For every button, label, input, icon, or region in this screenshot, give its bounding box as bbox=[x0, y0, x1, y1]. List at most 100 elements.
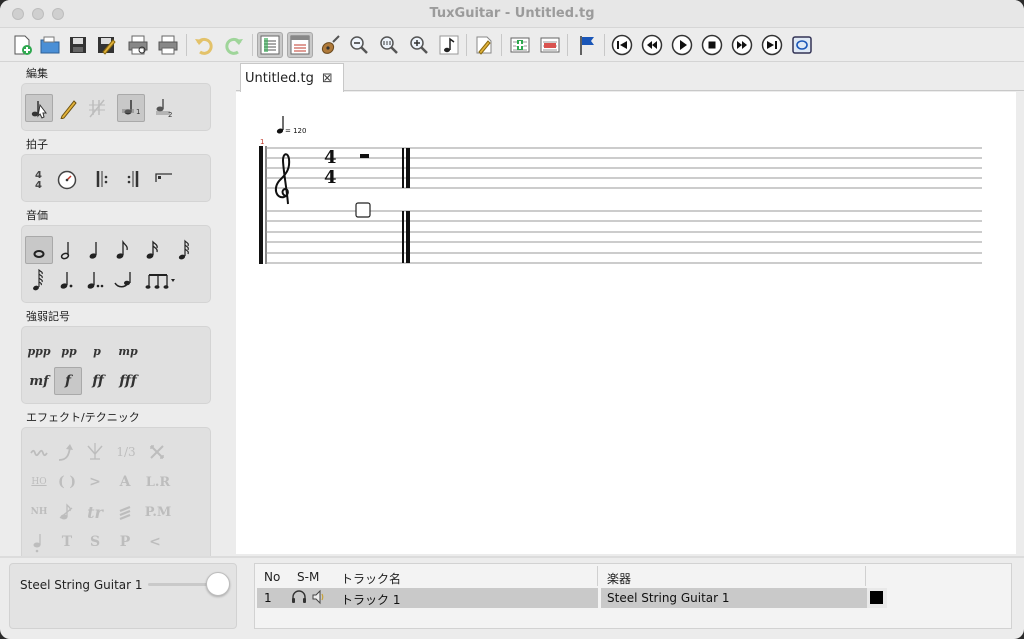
beat-tools-box: 44 bbox=[21, 154, 211, 202]
headphones-icon[interactable] bbox=[291, 589, 307, 605]
tie-note-button[interactable] bbox=[109, 266, 137, 294]
voice-1-button[interactable]: 1 bbox=[117, 94, 145, 122]
toolbar-separator bbox=[501, 34, 502, 56]
print-button[interactable] bbox=[155, 32, 181, 58]
accent-effect-button[interactable]: > bbox=[81, 468, 109, 496]
open-file-button[interactable] bbox=[37, 32, 63, 58]
tuplet-dropdown-button[interactable] bbox=[143, 266, 179, 294]
loop-button[interactable] bbox=[789, 32, 815, 58]
track-color-swatch[interactable] bbox=[870, 591, 883, 604]
pencil-tool-button[interactable] bbox=[55, 94, 83, 122]
tempo-button[interactable] bbox=[53, 165, 81, 193]
time-signature-button[interactable]: 44 bbox=[25, 165, 53, 193]
column-header-track-name[interactable]: トラック名 bbox=[341, 570, 401, 587]
grace-note-effect-button[interactable] bbox=[53, 498, 81, 526]
rewind-button[interactable] bbox=[639, 32, 665, 58]
volume-slider-knob[interactable] bbox=[206, 572, 230, 596]
staccato-note-icon bbox=[33, 534, 41, 553]
save-button[interactable] bbox=[65, 32, 91, 58]
sixty-fourth-note-button[interactable] bbox=[25, 266, 53, 294]
hammer-on-effect-button[interactable]: HO bbox=[25, 468, 53, 496]
repeat-close-button[interactable] bbox=[119, 165, 147, 193]
remove-measure-button[interactable] bbox=[537, 32, 563, 58]
staccato-effect-button[interactable] bbox=[25, 528, 53, 556]
note-properties-button[interactable] bbox=[436, 32, 462, 58]
fast-forward-button[interactable] bbox=[729, 32, 755, 58]
add-measure-button[interactable] bbox=[507, 32, 533, 58]
dotted-note-button[interactable] bbox=[53, 266, 81, 294]
natural-harmonic-effect-button[interactable]: NH bbox=[25, 498, 53, 526]
column-header-no[interactable]: No bbox=[264, 570, 280, 584]
zoom-in-button[interactable] bbox=[406, 32, 432, 58]
dynamic-f-button[interactable]: f bbox=[54, 367, 82, 395]
score-editor[interactable]: = 120 1 4 4 bbox=[236, 92, 1016, 554]
dynamic-ppp-button[interactable]: ppp bbox=[25, 337, 53, 365]
tremolo-picking-effect-button[interactable] bbox=[111, 498, 139, 526]
alternate-ending-button[interactable] bbox=[149, 165, 177, 193]
sixteenth-note-button[interactable] bbox=[139, 236, 167, 264]
new-file-button[interactable] bbox=[9, 32, 35, 58]
tab-untitled[interactable]: Untitled.tg ⊠ bbox=[240, 63, 344, 92]
repeat-open-button[interactable] bbox=[89, 165, 117, 193]
section-title-edit: 編集 bbox=[26, 67, 48, 80]
column-header-solo-mute[interactable]: S-M bbox=[297, 570, 319, 584]
save-as-button[interactable] bbox=[93, 32, 119, 58]
palm-mute-effect-button[interactable]: P.M bbox=[141, 498, 175, 526]
strike-tool-button[interactable] bbox=[83, 94, 111, 122]
zoom-reset-button[interactable] bbox=[376, 32, 402, 58]
thirty-second-note-button[interactable] bbox=[171, 236, 199, 264]
redo-arrow-icon bbox=[225, 37, 243, 55]
half-note-button[interactable] bbox=[53, 236, 81, 264]
undo-button[interactable] bbox=[191, 32, 217, 58]
dynamic-mf-button[interactable]: mf bbox=[25, 367, 53, 395]
tapping-effect-button[interactable]: T bbox=[53, 528, 81, 556]
let-ring-effect-button[interactable]: L.R bbox=[141, 468, 175, 496]
heavy-accent-effect-button[interactable]: A bbox=[111, 468, 139, 496]
edit-caret[interactable] bbox=[355, 202, 371, 218]
panel-divider[interactable] bbox=[0, 556, 1024, 558]
go-to-start-button[interactable] bbox=[609, 32, 635, 58]
go-to-end-button[interactable] bbox=[759, 32, 785, 58]
guitar-fretboard-button[interactable] bbox=[317, 32, 343, 58]
bend-effect-button[interactable] bbox=[53, 438, 81, 466]
marker-button[interactable] bbox=[574, 32, 600, 58]
vibrato-effect-button[interactable] bbox=[25, 438, 53, 466]
dynamic-mp-button[interactable]: mp bbox=[114, 337, 142, 365]
dead-note-effect-button[interactable] bbox=[143, 438, 171, 466]
tablature-view-button[interactable] bbox=[287, 32, 313, 58]
double-dotted-note-button[interactable] bbox=[81, 266, 109, 294]
zoom-out-button[interactable] bbox=[346, 32, 372, 58]
speaker-icon[interactable] bbox=[311, 589, 325, 605]
whole-note-button[interactable] bbox=[25, 236, 53, 264]
tablature-view-icon bbox=[290, 35, 310, 55]
eighth-note-button[interactable] bbox=[109, 236, 137, 264]
dynamic-pp-button[interactable]: pp bbox=[55, 337, 83, 365]
column-header-instrument[interactable]: 楽器 bbox=[607, 570, 631, 587]
voice-2-button[interactable]: 2 bbox=[149, 94, 177, 122]
select-tool-button[interactable] bbox=[25, 94, 53, 122]
slapping-effect-button[interactable]: S bbox=[81, 528, 109, 556]
svg-text:4: 4 bbox=[35, 180, 42, 190]
table-row[interactable]: 1 トラック 1 Steel String Guitar 1 bbox=[257, 588, 867, 608]
tempo-value: = 120 bbox=[285, 127, 306, 135]
stop-button[interactable] bbox=[699, 32, 725, 58]
dynamic-p-button[interactable]: p bbox=[83, 337, 111, 365]
tab-close-icon[interactable]: ⊠ bbox=[322, 71, 333, 86]
tremolo-bar-effect-button[interactable] bbox=[81, 438, 109, 466]
print-preview-button[interactable] bbox=[125, 32, 151, 58]
score-view-button[interactable] bbox=[257, 32, 283, 58]
popping-effect-button[interactable]: P bbox=[111, 528, 139, 556]
dynamic-fff-button[interactable]: fff bbox=[114, 367, 142, 395]
redo-button[interactable] bbox=[221, 32, 247, 58]
track-color-cell[interactable] bbox=[867, 588, 887, 608]
solo-mute-controls[interactable] bbox=[291, 589, 325, 605]
quarter-note-button[interactable] bbox=[81, 236, 109, 264]
play-button[interactable] bbox=[669, 32, 695, 58]
edit-mode-button[interactable] bbox=[471, 32, 497, 58]
ghost-note-effect-button[interactable]: ( ) bbox=[53, 468, 81, 496]
tuplet-effect-button[interactable]: 1/3 bbox=[109, 438, 143, 466]
dynamic-ff-button[interactable]: ff bbox=[84, 367, 112, 395]
trill-effect-button[interactable]: tr bbox=[81, 498, 109, 526]
print-preview-icon bbox=[128, 35, 148, 55]
fade-in-effect-button[interactable]: < bbox=[141, 528, 169, 556]
